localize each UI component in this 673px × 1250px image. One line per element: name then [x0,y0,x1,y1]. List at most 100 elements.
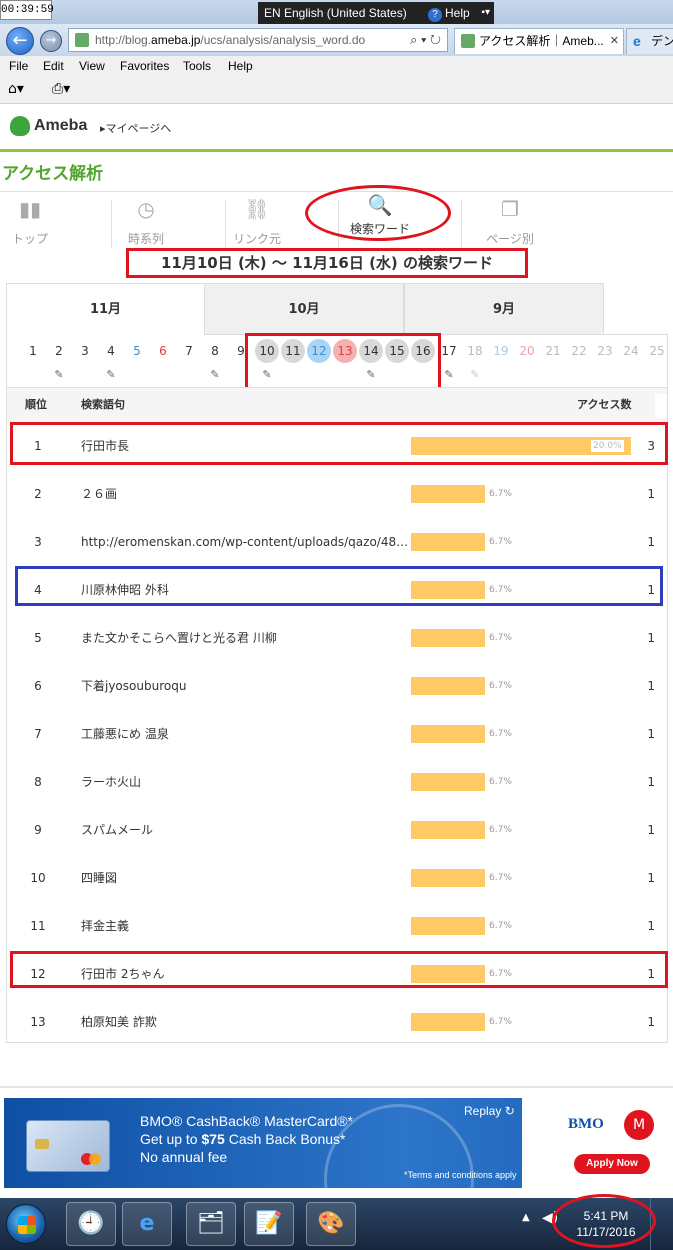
table-row: 2 ２６画 6.7% 1 [7,470,667,518]
table-row: 3 http://eromenskan.com/wp-content/upload… [7,518,667,566]
nav-referrer-label: リンク元 [232,232,281,246]
bmo-ad-banner[interactable]: BMO® CashBack® MasterCard®* Get up to $7… [4,1098,673,1188]
annotation-box-days [245,333,441,393]
day-1[interactable]: 1 [21,339,45,363]
ad-title: BMO® CashBack® MasterCard®* [140,1113,354,1129]
tab-september[interactable]: 9月 [404,283,604,335]
taskbar-explorer[interactable]: 🗂 [186,1202,236,1246]
day-8[interactable]: 8 [203,339,227,363]
row-share-percent: 6.7% [489,873,512,883]
home-icon[interactable]: ⌂▾ [8,81,24,97]
taskbar-paint[interactable]: 🎨 [306,1202,356,1246]
row-count: 1 [647,727,655,741]
language-bar[interactable]: EN English (United States) ? Help ▪▾ [258,2,494,24]
mypage-link[interactable]: ▸マイページへ [100,120,171,136]
row-share-percent: 6.7% [489,633,512,643]
show-hidden-icons-arrow[interactable]: ▲ [522,1212,530,1223]
ameba-favicon-icon [461,34,475,48]
menu-edit[interactable]: Edit [43,56,64,76]
forward-button[interactable]: → [40,30,62,52]
tab-ameba-analysis[interactable]: アクセス解析｜Ameb... ✕ [454,28,624,54]
tab-other[interactable]: e デン [626,28,673,54]
ie-favicon-icon: e [633,33,641,49]
start-button[interactable] [6,1204,46,1244]
edit-pencil-icon[interactable]: ✎ [209,369,221,381]
header-access[interactable]: アクセス数 [577,388,631,422]
row-rank: 10 [30,871,46,885]
url-prefix: http://blog. [95,33,152,47]
tab-october[interactable]: 10月 [204,283,404,335]
menu-tools[interactable]: Tools [183,56,211,76]
pages-icon: ❐ [501,197,519,221]
day-5[interactable]: 5 [125,339,149,363]
row-count: 1 [647,919,655,933]
taskbar-ie[interactable]: e [122,1202,172,1246]
row-share-bar [411,485,485,503]
row-share-bar [411,1013,485,1031]
taskbar-notepad[interactable]: 📝 [244,1202,294,1246]
menu-view[interactable]: View [79,56,105,76]
card-chip-icon [35,1139,49,1149]
ad-offer-pre: Get up to [140,1131,202,1147]
nav-timeseries[interactable]: ◷ 時系列 [90,196,202,250]
language-bar-options-icon[interactable]: ▪▾ [481,2,490,24]
nav-top[interactable]: ▮▮ トップ [0,196,86,250]
row-count: 1 [647,679,655,693]
ameba-logo[interactable]: Ameba [10,116,87,136]
table-row: 5 また文かそこらへ置けと光る君 川柳 6.7% 1 [7,614,667,662]
taskbar-clock-app[interactable]: 🕘 [66,1202,116,1246]
address-bar[interactable]: http://blog.ameba.jp/ucs/analysis/analys… [68,28,448,52]
edit-pencil-icon[interactable]: ✎ [53,369,65,381]
day-4[interactable]: 4 [99,339,123,363]
edit-pencil-icon: ✎ [470,368,480,381]
day-7[interactable]: 7 [177,339,201,363]
page-title: アクセス解析 [2,164,104,184]
row-term: ラーホ火山 [81,775,142,789]
tab-title: アクセス解析｜Ameb... [479,34,604,48]
row-share-bar [411,821,485,839]
close-tab-icon[interactable]: ✕ [610,29,619,53]
help-button[interactable]: ? Help [428,2,470,24]
nav-top-label: トップ [11,232,48,246]
bmo-m-bar-icon: M [624,1110,654,1140]
clock-icon: ◷ [137,197,155,221]
folder-icon: 🗂 [197,1211,225,1236]
row-rank: 7 [34,727,42,741]
tab-november[interactable]: 11月 [6,283,204,335]
day-24: 24 [623,344,639,358]
row-term: ２６画 [81,487,118,501]
print-icon[interactable]: ⎙▾ [52,81,70,97]
day-2[interactable]: 2 [47,339,71,363]
row-term: 工藤悪にめ 温泉 [81,727,169,741]
day-25: 25 [649,344,665,358]
day-6[interactable]: 6 [151,339,175,363]
table-row: 11 拝金主義 6.7% 1 [7,902,667,950]
edit-pencil-icon[interactable]: ✎ [105,369,117,381]
ameba-logo-text: Ameba [34,117,88,135]
ad-replay-button[interactable]: Replay ↻ [464,1104,515,1118]
search-refresh-icons[interactable]: ⌕ ▾ ↻ [410,29,441,51]
windows-logo-icon [18,1216,36,1234]
row-count: 1 [647,535,655,549]
back-button[interactable]: ← [6,27,34,55]
row-term: 柏原知美 詐欺 [81,1015,157,1029]
paint-icon: 🎨 [317,1211,345,1236]
row-term: http://eromenskan.com/wp-content/uploads… [81,535,409,549]
menu-help[interactable]: Help [228,56,253,76]
menu-file[interactable]: File [9,56,28,76]
header-term: 検索語句 [81,398,125,411]
nav-referrer[interactable]: ⛓ リンク元 [201,196,313,250]
bar-chart-icon: ▮▮ [18,197,41,221]
day-18: 18 [467,344,483,358]
menu-favorites[interactable]: Favorites [120,56,169,76]
row-term: また文かそこらへ置けと光る君 川柳 [81,631,277,645]
help-icon: ? [428,8,442,22]
nav-pages[interactable]: ❐ ページ別 [454,196,566,250]
edit-pencil-icon[interactable]: ✎ [443,369,455,381]
menu-bar: File Edit View Favorites Tools Help [0,56,673,76]
day-3[interactable]: 3 [73,339,97,363]
language-label[interactable]: EN English (United States) [264,6,407,20]
header-rank[interactable]: 順位 [25,388,47,422]
apply-now-button[interactable]: Apply Now [574,1154,650,1174]
ad-terms: *Terms and conditions apply [404,1170,517,1180]
